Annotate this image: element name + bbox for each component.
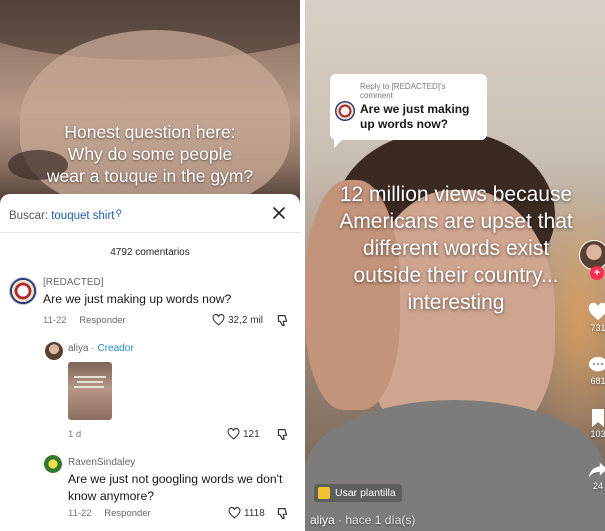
heart-icon bbox=[212, 314, 225, 326]
thumbnail-text-line bbox=[74, 376, 106, 378]
divider bbox=[0, 232, 300, 233]
bookmark-icon bbox=[592, 409, 604, 427]
reply-comment-text: Are we just making up words now? bbox=[360, 102, 470, 131]
video-reply-thumbnail[interactable] bbox=[68, 362, 112, 420]
like-count: 731 bbox=[590, 323, 605, 333]
like-count: 32,2 mil bbox=[228, 314, 264, 326]
post-time: · hace 1 día(s) bbox=[334, 513, 416, 527]
avatar[interactable] bbox=[9, 277, 37, 305]
comment-button[interactable]: 681 bbox=[585, 355, 605, 386]
like-count: 1118 bbox=[244, 507, 265, 519]
reply-button[interactable]: Responder bbox=[104, 508, 150, 519]
video-caption: Honest question here: Why do some people… bbox=[40, 121, 260, 187]
left-screenshot: Honest question here: Why do some people… bbox=[0, 0, 300, 531]
caption-line: wear a touque in the gym? bbox=[46, 166, 254, 186]
caption-line: different words exist bbox=[362, 237, 550, 260]
creator-avatar[interactable] bbox=[579, 240, 605, 270]
comment-icon bbox=[588, 356, 605, 372]
thumbnail-text-line bbox=[74, 386, 104, 388]
comment-meta: 11-22 Responder bbox=[68, 508, 151, 519]
search-label: Buscar: bbox=[9, 210, 48, 222]
caption-line: outside their country... bbox=[353, 264, 559, 287]
share-button[interactable]: 24 bbox=[585, 460, 605, 491]
creator-badge: Creador bbox=[97, 343, 134, 354]
close-button[interactable] bbox=[270, 204, 288, 222]
caption-line: interesting bbox=[407, 291, 505, 314]
author-line: aliya · hace 1 día(s) bbox=[310, 513, 415, 527]
close-icon bbox=[273, 207, 285, 219]
comment-date: 11-22 bbox=[43, 315, 67, 326]
save-button[interactable]: 103 bbox=[585, 408, 605, 439]
save-count: 103 bbox=[590, 429, 605, 439]
share-icon bbox=[588, 462, 605, 478]
comment-meta: 1 d bbox=[68, 429, 81, 440]
comment-text: Are we just making up words now? bbox=[43, 292, 232, 306]
reply-comment-bubble[interactable]: Reply to [REDACTED]'s comment Are we jus… bbox=[330, 74, 487, 148]
video-caption: 12 million views because Americans are u… bbox=[325, 181, 587, 316]
caption-line: Honest question here: bbox=[64, 122, 236, 142]
avatar[interactable] bbox=[45, 342, 63, 360]
comment-meta: 11-22 Responder bbox=[43, 315, 126, 326]
comment-username[interactable]: [REDACTED] bbox=[43, 277, 104, 288]
reply-to-label: Reply to [REDACTED]'s comment bbox=[360, 82, 446, 100]
dislike-icon[interactable] bbox=[276, 314, 289, 327]
like-button[interactable]: 1118 bbox=[228, 507, 265, 519]
search-icon: ⚲ bbox=[115, 208, 123, 218]
heart-icon bbox=[228, 507, 241, 519]
comment-count: 4792 comentarios bbox=[110, 247, 190, 258]
comments-sheet: Buscar: touquet shirt⚲ 4792 comentarios … bbox=[0, 194, 300, 531]
comment-date: 11-22 bbox=[68, 508, 92, 519]
use-template-button[interactable]: Usar plantilla bbox=[314, 484, 402, 502]
comment-count: 681 bbox=[590, 376, 605, 386]
follow-button[interactable]: + bbox=[590, 266, 604, 280]
comment-date: 1 d bbox=[68, 429, 82, 440]
comment-username[interactable]: aliya bbox=[68, 343, 89, 354]
avatar[interactable] bbox=[44, 455, 62, 473]
share-count: 24 bbox=[592, 481, 603, 491]
video-background[interactable]: Honest question here: Why do some people… bbox=[0, 0, 300, 205]
caption-line: 12 million views because bbox=[339, 183, 573, 206]
dislike-icon[interactable] bbox=[276, 507, 289, 520]
heart-icon bbox=[588, 302, 605, 321]
template-label: Usar plantilla bbox=[335, 487, 396, 499]
comment-username-row: aliya · Creador bbox=[68, 343, 134, 354]
author-username[interactable]: aliya bbox=[310, 513, 335, 527]
thumbnail-text-line bbox=[77, 381, 103, 383]
caption-line: Why do some people bbox=[67, 144, 233, 164]
heart-icon bbox=[227, 428, 240, 440]
right-screenshot: Reply to [REDACTED]'s comment Are we jus… bbox=[305, 0, 605, 531]
comment-username[interactable]: RavenSindaley bbox=[68, 457, 135, 468]
reply-button[interactable]: Responder bbox=[79, 315, 125, 326]
search-suggestion[interactable]: Buscar: touquet shirt⚲ bbox=[9, 208, 122, 222]
like-button[interactable]: 32,2 mil bbox=[212, 314, 263, 326]
dislike-icon[interactable] bbox=[276, 428, 289, 441]
avatar bbox=[335, 101, 355, 121]
caption-line: Americans are upset that bbox=[339, 210, 573, 233]
like-button[interactable]: 121 bbox=[227, 428, 260, 440]
comment-text: Are we just not googling words we don't … bbox=[68, 472, 283, 503]
video-shirt-shape bbox=[305, 400, 605, 531]
search-term-link[interactable]: touquet shirt bbox=[51, 210, 114, 222]
like-count: 121 bbox=[243, 428, 260, 440]
template-icon bbox=[318, 487, 330, 499]
like-button[interactable]: 731 bbox=[585, 302, 605, 333]
